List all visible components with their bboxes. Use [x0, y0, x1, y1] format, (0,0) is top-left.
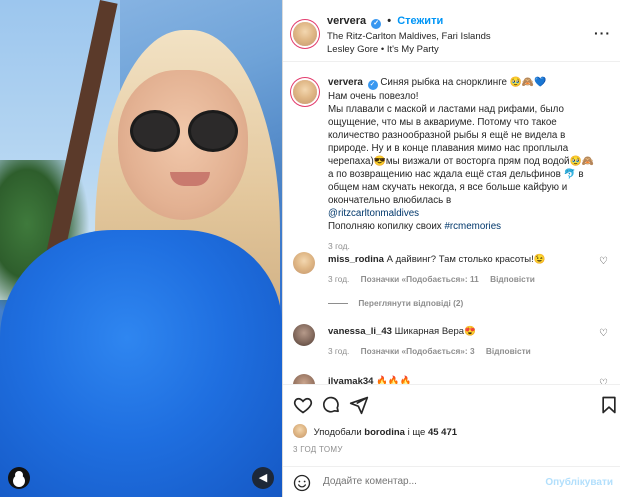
post-header: ververa ✓ • Стежити The Ritz-Carlton Mal… — [283, 0, 620, 62]
mention-link[interactable]: @ritzcarltonmaldives — [328, 208, 419, 219]
user-tag-icon[interactable] — [8, 467, 30, 489]
comment-body: А дайвинг? Там столько красоты!😉 — [386, 254, 546, 265]
caption-line-3: Мы плавали с маской и ластами над рифами… — [328, 104, 594, 206]
music-link[interactable]: Lesley Gore • It's My Party — [327, 44, 439, 55]
comment-time: 3 год. — [328, 274, 350, 284]
comment-username[interactable]: ilyamak34 — [328, 376, 373, 384]
view-replies-button[interactable]: Переглянути відповіді (2) — [328, 298, 463, 308]
caption-username[interactable]: ververa — [328, 77, 363, 88]
avatar[interactable] — [293, 80, 317, 104]
liked-by: Уподобали borodina і ще 45 471 — [293, 424, 457, 438]
heart-icon[interactable]: ♡ — [599, 256, 608, 267]
mute-icon[interactable]: ◀ — [252, 467, 274, 489]
comment-text: vanessa_li_43 Шикарная Вера😍 — [328, 324, 613, 338]
reply-button[interactable]: Відповісти — [490, 274, 535, 284]
comment-meta: 3 год. Позначки «Подобається»: 11 Відпов… — [328, 274, 613, 284]
follow-button[interactable]: Стежити — [397, 15, 443, 27]
liked-by-suffix: і ще — [407, 427, 426, 438]
comment-text: ilyamak34 🔥🔥🔥 — [328, 374, 613, 384]
share-icon[interactable] — [349, 395, 369, 415]
view-replies-label: Переглянути відповіді (2) — [358, 298, 464, 308]
header-username-row: ververa ✓ • Стежити — [327, 15, 443, 29]
comment-meta: 3 год. Позначки «Подобається»: 3 Відпові… — [328, 346, 613, 356]
photo-sunglasses — [130, 110, 240, 154]
more-icon[interactable]: ··· — [594, 25, 611, 41]
post-panel: ververa ✓ • Стежити The Ritz-Carlton Mal… — [282, 0, 620, 497]
post-photo[interactable]: ◀ — [0, 0, 282, 497]
comment-username[interactable]: vanessa_li_43 — [328, 326, 392, 337]
comment-item: vanessa_li_43 Шикарная Вера😍 3 год. Позн… — [293, 324, 613, 356]
bookmark-icon[interactable] — [599, 395, 619, 415]
hashtag-link[interactable]: #rcmemories — [444, 221, 501, 232]
avatar[interactable] — [293, 22, 317, 46]
comment-username[interactable]: miss_rodina — [328, 254, 384, 265]
comment-likes[interactable]: Позначки «Подобається»: 3 — [361, 346, 475, 356]
heart-icon[interactable] — [293, 395, 313, 415]
avatar[interactable] — [293, 324, 315, 346]
publish-button[interactable]: Опублікувати — [545, 477, 613, 488]
replies-line — [328, 303, 348, 305]
action-bar — [283, 384, 620, 424]
likes-count[interactable]: 45 471 — [428, 427, 457, 438]
comment-composer: Опублікувати — [283, 466, 620, 497]
avatar[interactable] — [293, 252, 315, 274]
heart-icon[interactable]: ♡ — [599, 328, 608, 339]
verified-icon: ✓ — [371, 19, 382, 29]
location-link[interactable]: The Ritz-Carlton Maldives, Fari Islands — [327, 31, 491, 42]
comment-text: miss_rodina А дайвинг? Там столько красо… — [328, 252, 613, 266]
post-time: 3 ГОД ТОМУ — [293, 445, 343, 454]
photo-shirt — [0, 230, 282, 497]
avatar[interactable] — [293, 374, 315, 384]
comments-list[interactable]: ververa ✓ Синяя рыбка на снорклинге 🥹🙈💙 … — [283, 62, 620, 384]
liked-by-prefix: Уподобали — [313, 427, 362, 438]
caption: ververa ✓ Синяя рыбка на снорклинге 🥹🙈💙 … — [293, 76, 613, 251]
caption-time: 3 год. — [328, 241, 350, 251]
comment-body: Шикарная Вера😍 — [394, 326, 476, 337]
comment-time: 3 год. — [328, 346, 350, 356]
emoji-icon[interactable] — [293, 474, 311, 492]
comment-body: 🔥🔥🔥 — [376, 376, 412, 384]
reply-button[interactable]: Відповісти — [486, 346, 531, 356]
comment-input[interactable] — [323, 476, 543, 487]
caption-line-2: Нам очень повезло! — [328, 91, 419, 102]
comment-likes[interactable]: Позначки «Подобається»: 11 — [361, 274, 479, 284]
comment-item: ilyamak34 🔥🔥🔥 ♡ — [293, 374, 613, 384]
caption-text: ververa ✓ Синяя рыбка на снорклинге 🥹🙈💙 … — [328, 76, 600, 233]
verified-icon: ✓ — [367, 80, 378, 90]
caption-line-1: Синяя рыбка на снорклинге 🥹🙈💙 — [380, 77, 547, 88]
username-link[interactable]: ververa — [327, 15, 366, 27]
comment-icon[interactable] — [321, 395, 341, 415]
separator-dot: • — [387, 15, 392, 27]
avatar — [293, 424, 307, 438]
liked-by-user[interactable]: borodina — [364, 427, 405, 438]
comment-item: miss_rodina А дайвинг? Там столько красо… — [293, 252, 613, 284]
caption-line-4: Пополняю копилку своих — [328, 221, 442, 232]
